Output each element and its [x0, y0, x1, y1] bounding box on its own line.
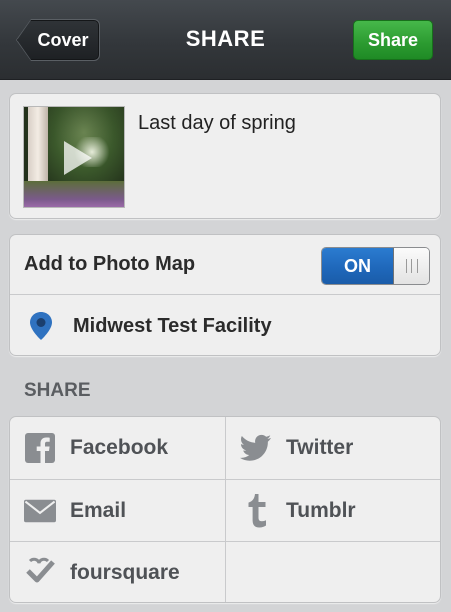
email-icon: [24, 495, 56, 527]
location-name: Midwest Test Facility: [73, 314, 272, 337]
photo-map-row: Add to Photo Map ON: [10, 235, 440, 295]
location-row[interactable]: Midwest Test Facility: [10, 296, 440, 356]
share-tumblr[interactable]: Tumblr: [226, 480, 440, 542]
share-facebook[interactable]: Facebook: [10, 417, 225, 479]
twitter-icon: [240, 432, 272, 464]
caption-card: Last day of spring: [9, 93, 441, 219]
caption-input[interactable]: Last day of spring: [138, 112, 296, 135]
toggle-on-label: ON: [322, 248, 394, 284]
share-services-card: Facebook Twitter Email Tumblr foursquare: [9, 416, 441, 603]
video-thumbnail[interactable]: [23, 106, 125, 208]
tumblr-label: Tumblr: [286, 499, 356, 522]
play-icon: [64, 141, 92, 175]
share-email[interactable]: Email: [10, 480, 225, 542]
photo-map-card: Add to Photo Map ON Midwest Test Facilit…: [9, 234, 441, 356]
photo-map-toggle[interactable]: ON: [321, 247, 430, 285]
email-label: Email: [70, 499, 127, 522]
foursquare-icon: [24, 557, 56, 589]
tumblr-icon: [240, 494, 272, 528]
facebook-icon: [24, 432, 56, 464]
share-section-title: SHARE: [24, 380, 91, 401]
toggle-knob: [394, 248, 429, 284]
share-twitter[interactable]: Twitter: [226, 417, 440, 479]
share-button-label: Share: [367, 29, 419, 50]
photo-map-label: Add to Photo Map: [24, 253, 196, 275]
navigation-bar: Cover SHARE Share: [0, 0, 451, 80]
facebook-label: Facebook: [70, 436, 169, 459]
twitter-label: Twitter: [286, 436, 354, 459]
share-foursquare[interactable]: foursquare: [10, 542, 225, 602]
share-button[interactable]: Share: [353, 20, 433, 60]
thumbnail-grass: [24, 181, 124, 207]
foursquare-label: foursquare: [70, 561, 180, 584]
location-pin-icon: [29, 311, 53, 341]
